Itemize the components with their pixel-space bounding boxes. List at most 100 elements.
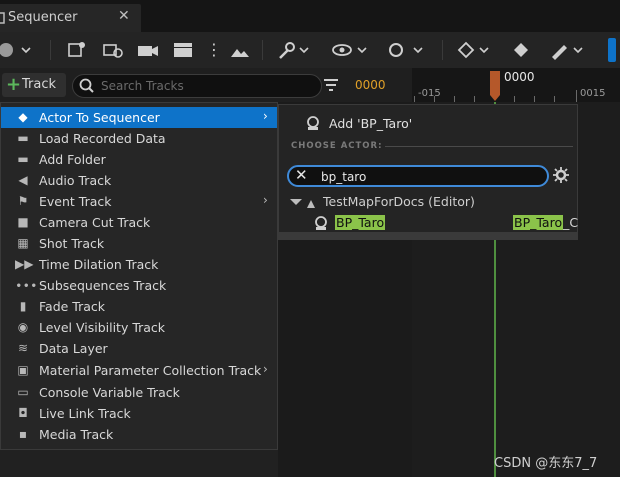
time-ruler[interactable]: -015 0015 0000	[412, 68, 620, 102]
filter-icon[interactable]	[322, 77, 340, 93]
media-icon: ▪	[18, 427, 28, 441]
tab-sequencer[interactable]: Sequencer ✕	[0, 4, 141, 32]
world-icon[interactable]	[0, 38, 36, 62]
clear-search-icon[interactable]: ✕	[295, 166, 308, 184]
speaker-icon: ◀	[18, 173, 28, 187]
menu-item-live-link-track[interactable]: ◘ Live Link Track	[1, 403, 277, 424]
menu-item-audio-track[interactable]: ◀ Audio Track	[1, 170, 277, 191]
submenu-arrow-icon: ›	[263, 109, 268, 123]
render-icon[interactable]	[228, 38, 252, 62]
submenu-arrow-icon: ›	[263, 362, 268, 376]
menu-item-media-track[interactable]: ▪ Media Track	[1, 424, 277, 445]
folder-icon: ▬	[17, 152, 29, 166]
mode-toggle-button[interactable]	[608, 38, 616, 62]
edit-brush-icon[interactable]	[548, 38, 588, 62]
menu-item-label: Material Parameter Collection Track	[39, 363, 262, 378]
fast-forward-icon: ▶▶	[15, 257, 34, 271]
ruler-tick	[474, 96, 475, 102]
menu-item-label: Camera Cut Track	[39, 215, 151, 230]
menu-item-fade-track[interactable]: ▮ Fade Track	[1, 296, 277, 317]
ruler-tick	[454, 96, 455, 102]
menu-item-event-track[interactable]: ⚑ Event Track ›	[1, 191, 277, 212]
toolbar: ⋮	[0, 32, 620, 68]
console-icon: ▭	[17, 385, 29, 399]
menu-item-label: Level Visibility Track	[39, 320, 166, 335]
menu-item-level-visibility-track[interactable]: ◉ Level Visibility Track	[1, 317, 277, 338]
keyframe-icon[interactable]	[456, 38, 494, 62]
browse-icon[interactable]	[102, 38, 126, 62]
menu-item-data-layer[interactable]: ≋ Data Layer	[1, 338, 277, 359]
menu-item-label: Add Folder	[39, 152, 106, 167]
auto-key-icon[interactable]	[510, 38, 534, 62]
add-track-menu: ◆ Actor To Sequencer › ▬ Load Recorded D…	[0, 102, 278, 450]
menu-item-load-recorded-data[interactable]: ▬ Load Recorded Data	[1, 128, 277, 149]
menu-item-subsequences-track[interactable]: ∙∙∙ Subsequences Track	[1, 275, 277, 296]
ruler-tick	[414, 96, 415, 102]
menu-item-label: Load Recorded Data	[39, 131, 166, 146]
tab-strip: Sequencer ✕	[0, 0, 620, 32]
menu-item-camera-cut-track[interactable]: ■ Camera Cut Track	[1, 212, 277, 233]
playhead-handle[interactable]	[488, 71, 502, 103]
wrench-icon[interactable]	[276, 38, 314, 62]
level-tree-icon[interactable]	[289, 196, 319, 210]
actor-icon	[307, 116, 319, 130]
camera-icon[interactable]	[136, 38, 160, 62]
ruler-tick	[434, 96, 435, 102]
plus-icon: +	[6, 74, 22, 95]
toolbar-divider	[50, 40, 51, 60]
tab-title: Sequencer	[8, 10, 78, 25]
result-type: BP_Taro_C	[513, 215, 578, 230]
tree-root-level[interactable]: TestMapForDocs (Editor)	[323, 194, 475, 209]
add-track-button[interactable]: + Track	[2, 73, 66, 97]
menu-item-label: Event Track	[39, 194, 112, 209]
menu-item-console-variable-track[interactable]: ▭ Console Variable Track	[1, 382, 277, 403]
gear-icon[interactable]	[553, 167, 569, 183]
menu-item-label: Actor To Sequencer	[39, 110, 160, 125]
horizontal-scrollbar[interactable]	[279, 232, 577, 239]
menu-item-material-parameter-collection-track[interactable]: ▣ Material Parameter Collection Track ›	[1, 360, 277, 381]
toolbar-divider	[262, 40, 263, 60]
ruler-left-label: -015	[418, 88, 441, 99]
choose-actor-header: CHOOSE ACTOR:	[291, 141, 383, 151]
ruler-right-label: 0015	[580, 88, 606, 99]
menu-item-label: Console Variable Track	[39, 385, 180, 400]
playhead-time-label: 0000	[504, 70, 535, 84]
add-actor-button[interactable]: Add 'BP_Taro'	[329, 116, 412, 131]
current-timecode[interactable]: 0000	[355, 78, 386, 92]
result-type-match: BP_Taro	[513, 215, 564, 230]
menu-item-label: Media Track	[39, 427, 114, 442]
actor-search-field[interactable]: ✕	[287, 165, 549, 187]
result-name-match: BP_Taro	[335, 215, 386, 230]
result-type-suffix: _C	[563, 215, 579, 230]
menu-item-time-dilation-track[interactable]: ▶▶ Time Dilation Track	[1, 254, 277, 275]
flag-icon: ⚑	[17, 194, 29, 208]
search-tracks-input[interactable]	[99, 77, 313, 95]
dots-icon: ∙∙∙	[15, 278, 38, 292]
section-divider	[385, 146, 573, 147]
more-options-icon[interactable]: ⋮	[206, 38, 222, 62]
ruler-tick	[576, 90, 577, 102]
layers-icon: ≋	[17, 341, 29, 355]
actor-search-input[interactable]	[319, 169, 543, 185]
eye-icon[interactable]	[332, 38, 372, 62]
save-sequence-icon[interactable]	[66, 38, 88, 62]
menu-item-actor-to-sequencer[interactable]: ◆ Actor To Sequencer ›	[1, 107, 277, 128]
fade-icon: ▮	[19, 299, 27, 313]
actor-result-row[interactable]: BP_Taro BP_Taro_C	[281, 213, 578, 233]
menu-item-label: Subsequences Track	[39, 278, 167, 293]
shot-grid-icon: ▦	[17, 236, 29, 250]
menu-item-add-folder[interactable]: ▬ Add Folder	[1, 149, 277, 170]
submenu-arrow-icon: ›	[263, 193, 268, 207]
clapperboard-icon[interactable]	[172, 38, 196, 62]
actor-icon	[315, 216, 327, 230]
ruler-tick	[554, 96, 555, 102]
menu-item-label: Live Link Track	[39, 406, 131, 421]
menu-item-label: Shot Track	[39, 236, 105, 251]
menu-item-label: Time Dilation Track	[39, 257, 159, 272]
ruler-tick	[514, 96, 515, 102]
search-tracks-field[interactable]	[72, 74, 322, 98]
menu-item-shot-track[interactable]: ▦ Shot Track	[1, 233, 277, 254]
key-settings-icon[interactable]	[386, 38, 428, 62]
menu-item-label: Fade Track	[39, 299, 106, 314]
close-icon[interactable]: ✕	[118, 8, 130, 24]
